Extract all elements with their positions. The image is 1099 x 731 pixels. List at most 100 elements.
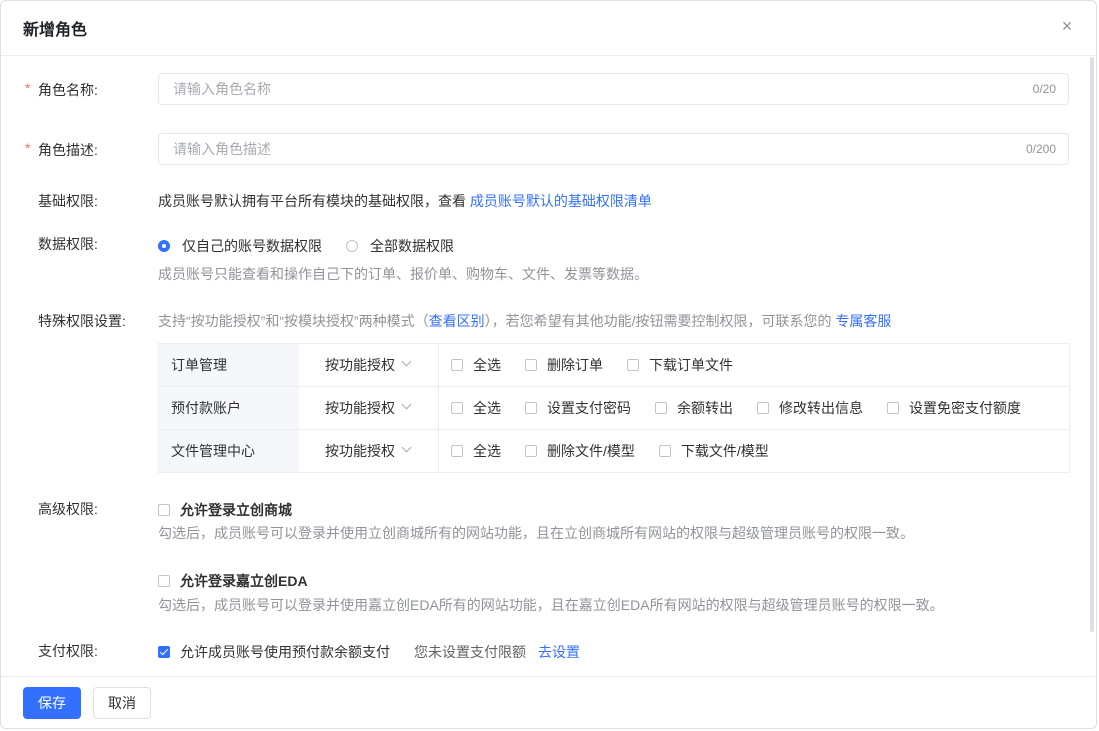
data-perm-radio-group: 仅自己的账号数据权限 全部数据权限 <box>158 236 478 256</box>
mode-select[interactable]: 按功能授权 <box>299 344 439 386</box>
checkbox-box <box>158 504 170 516</box>
checkbox-allow-szlcsc[interactable]: 允许登录立创商城 <box>158 500 292 520</box>
checkbox-label: 删除文件/模型 <box>547 443 635 459</box>
checkbox-box <box>525 402 537 414</box>
checkbox-box <box>451 445 463 457</box>
mode-select-value: 按功能授权 <box>325 357 395 373</box>
radio-dot <box>346 240 358 252</box>
role-name-label: 角色名称: <box>38 82 98 98</box>
checkbox-label: 设置支付密码 <box>547 400 631 416</box>
mode-select[interactable]: 按功能授权 <box>299 387 439 429</box>
checkbox-select-all[interactable]: 全选 <box>451 441 501 461</box>
basic-perm-desc: 成员账号默认拥有平台所有模块的基础权限，查看 <box>158 193 466 209</box>
radio-all-data[interactable]: 全部数据权限 <box>346 236 454 256</box>
checkbox-label: 删除订单 <box>547 357 603 373</box>
mode-select-value: 按功能授权 <box>325 400 395 416</box>
szlcsc-hint: 勾选后，成员账号可以登录并使用立创商城所有的网站功能，且在立创商城所有网站的权限… <box>158 525 914 541</box>
checkbox-box <box>451 402 463 414</box>
checkbox-box <box>525 359 537 371</box>
dialog-footer: 保存 取消 <box>1 676 1096 728</box>
checkbox-label: 设置免密支付额度 <box>909 400 1021 416</box>
radio-own-data[interactable]: 仅自己的账号数据权限 <box>158 236 322 256</box>
chevron-down-icon <box>403 401 411 409</box>
dialog-body: * 角色名称: 0/20 * 角色描述: 0/200 基础权限: 成员账号默认拥… <box>1 57 1096 676</box>
checkbox-box <box>525 445 537 457</box>
radio-dot <box>158 240 170 252</box>
role-name-input[interactable] <box>171 80 1033 98</box>
table-row: 文件管理中心 按功能授权 全选 删除文件/模型 下载文件/模型 <box>159 430 1069 472</box>
view-difference-link[interactable]: 查看区别 <box>429 313 485 329</box>
checkbox-allow-prepay[interactable]: 允许成员账号使用预付款余额支付 <box>158 642 390 662</box>
mode-select-value: 按功能授权 <box>325 443 395 459</box>
checkbox-label: 下载文件/模型 <box>680 443 769 459</box>
required-mark: * <box>25 80 31 96</box>
add-role-dialog: 新增角色 × * 角色名称: 0/20 * 角色描述: 0/200 基础权限: … <box>0 0 1097 729</box>
special-perm-text-before: 支持“按功能授权”和“按模块授权”两种模式（ <box>158 313 429 329</box>
table-row: 订单管理 按功能授权 全选 删除订单 下载订单文件 <box>159 344 1069 387</box>
checkbox-box <box>887 402 899 414</box>
cancel-button[interactable]: 取消 <box>93 686 151 719</box>
module-name: 订单管理 <box>159 344 299 386</box>
checkbox-label: 修改转出信息 <box>779 400 863 416</box>
save-button[interactable]: 保存 <box>23 686 81 719</box>
table-row: 预付款账户 按功能授权 全选 设置支付密码 余额转出 修改转出信息 设置免密支付… <box>159 387 1069 430</box>
mode-select[interactable]: 按功能授权 <box>299 430 439 472</box>
pay-limit-note: 您未设置支付限额 <box>414 644 526 660</box>
scrollbar[interactable] <box>1090 57 1094 632</box>
special-perm-desc: 支持“按功能授权”和“按模块授权”两种模式（查看区别），若您希望有其他功能/按钮… <box>158 311 891 331</box>
checkbox-set-pay-password[interactable]: 设置支付密码 <box>525 398 631 418</box>
checkbox-label: 允许登录嘉立创EDA <box>180 573 308 589</box>
checkbox-select-all[interactable]: 全选 <box>451 398 501 418</box>
pay-perm-label: 支付权限: <box>38 643 98 659</box>
checkbox-label: 全选 <box>473 357 501 373</box>
module-name: 文件管理中心 <box>159 430 299 472</box>
eda-hint: 勾选后，成员账号可以登录并使用嘉立创EDA所有的网站功能，且在嘉立创EDA所有网… <box>158 597 944 613</box>
basic-perm-list-link[interactable]: 成员账号默认的基础权限清单 <box>470 193 652 209</box>
role-name-count: 0/20 <box>1032 82 1056 96</box>
chevron-down-icon <box>403 358 411 366</box>
data-perm-hint: 成员账号只能查看和操作自己下的订单、报价单、购物车、文件、发票等数据。 <box>158 266 648 282</box>
go-settings-link[interactable]: 去设置 <box>538 642 580 662</box>
permission-options: 全选 删除文件/模型 下载文件/模型 <box>439 430 1069 472</box>
checkbox-edit-transfer-info[interactable]: 修改转出信息 <box>757 398 863 418</box>
checkbox-allow-eda[interactable]: 允许登录嘉立创EDA <box>158 571 308 591</box>
checkbox-label: 全选 <box>473 443 501 459</box>
checkbox-download-file[interactable]: 下载文件/模型 <box>658 441 769 461</box>
checkbox-label: 余额转出 <box>677 400 733 416</box>
special-perm-text-mid: ），若您希望有其他功能/按钮需要控制权限，可联系您的 <box>484 313 832 329</box>
checkbox-select-all[interactable]: 全选 <box>451 355 501 375</box>
checkbox-box <box>658 445 671 457</box>
checkbox-delete-order[interactable]: 删除订单 <box>525 355 603 375</box>
checkbox-box <box>451 359 463 371</box>
pay-perm-row: 允许成员账号使用预付款余额支付 您未设置支付限额 去设置 <box>158 642 580 662</box>
chevron-down-icon <box>403 444 411 452</box>
checkbox-password-free-limit[interactable]: 设置免密支付额度 <box>887 398 1021 418</box>
data-perm-label: 数据权限: <box>38 236 98 252</box>
role-desc-field[interactable]: 0/200 <box>158 133 1069 165</box>
checkbox-download-order-file[interactable]: 下载订单文件 <box>627 355 733 375</box>
role-name-field[interactable]: 0/20 <box>158 73 1069 105</box>
customer-service-link[interactable]: 专属客服 <box>835 313 891 329</box>
role-desc-label: 角色描述: <box>38 142 98 158</box>
basic-perm-label: 基础权限: <box>38 193 98 209</box>
checkbox-label: 下载订单文件 <box>649 357 733 373</box>
checkbox-box <box>757 402 769 414</box>
checkbox-box <box>655 402 667 414</box>
dialog-title: 新增角色 <box>23 22 88 39</box>
checkbox-delete-file[interactable]: 删除文件/模型 <box>525 441 635 461</box>
basic-perm-text: 成员账号默认拥有平台所有模块的基础权限，查看 成员账号默认的基础权限清单 <box>158 191 652 211</box>
permission-options: 全选 删除订单 下载订单文件 <box>439 344 1069 386</box>
checkbox-label: 允许成员账号使用预付款余额支付 <box>180 644 390 660</box>
checkbox-label: 允许登录立创商城 <box>180 502 292 518</box>
role-desc-input[interactable] <box>171 140 1026 158</box>
checkbox-box <box>627 359 639 371</box>
advanced-perm-label: 高级权限: <box>38 501 98 517</box>
role-desc-count: 0/200 <box>1025 142 1056 156</box>
required-mark: * <box>25 140 31 156</box>
module-name: 预付款账户 <box>159 387 299 429</box>
close-icon[interactable]: × <box>1060 17 1074 35</box>
checkbox-label: 全选 <box>473 400 501 416</box>
checkbox-balance-transfer[interactable]: 余额转出 <box>655 398 733 418</box>
permission-options: 全选 设置支付密码 余额转出 修改转出信息 设置免密支付额度 <box>439 387 1069 429</box>
checkbox-box <box>158 575 170 587</box>
